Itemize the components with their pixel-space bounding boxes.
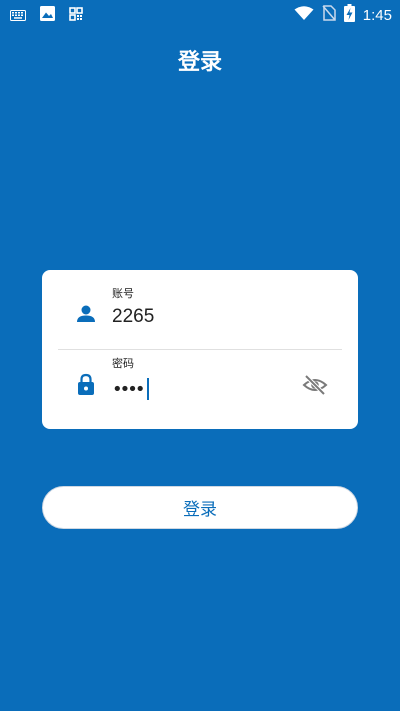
account-label: 账号: [112, 287, 134, 300]
qr-code-icon: [69, 6, 83, 25]
password-field[interactable]: 密码 ••••: [42, 350, 358, 422]
login-button[interactable]: 登录: [42, 486, 358, 529]
status-bar-right: 1:45: [294, 4, 392, 26]
battery-charging-icon: [343, 4, 355, 26]
person-icon: [74, 302, 98, 326]
text-cursor: [147, 378, 150, 400]
keyboard-icon: [10, 6, 26, 25]
password-label: 密码: [112, 357, 134, 370]
image-icon: [40, 6, 55, 25]
login-form-card: 账号 2265 密码 ••••: [42, 270, 358, 429]
account-field[interactable]: 账号 2265: [42, 280, 358, 352]
status-time: 1:45: [362, 6, 392, 24]
password-masked-value: ••••: [112, 378, 146, 400]
status-bar-left: [10, 6, 83, 25]
password-input[interactable]: ••••: [112, 378, 150, 400]
page-title: 登录: [177, 50, 222, 75]
account-input[interactable]: 2265: [112, 306, 154, 328]
eye-off-icon[interactable]: [302, 372, 328, 398]
wifi-icon: [294, 5, 314, 25]
status-bar: 1:45: [0, 0, 400, 28]
lock-icon: [74, 372, 98, 396]
no-sim-icon: [322, 5, 336, 25]
